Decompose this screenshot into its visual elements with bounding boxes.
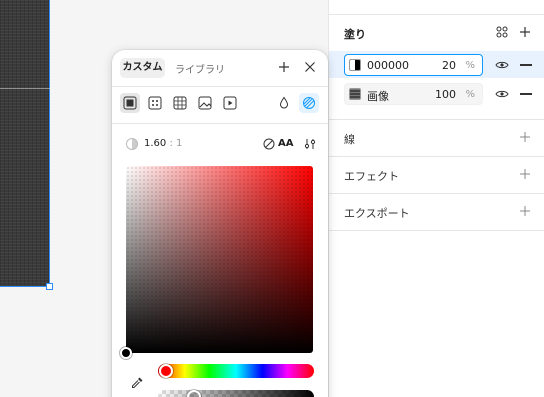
divider [329,193,544,194]
saturation-value-handle[interactable] [120,347,132,359]
divider [112,123,328,124]
fill-image-field[interactable]: 画像 100 % [344,83,483,105]
contrast-ratio-base: 1 [176,138,183,149]
stroke-section-title: 線 [344,133,355,146]
opacity-slider[interactable] [158,390,314,397]
add-export-plus-icon[interactable] [519,205,531,217]
image-icon [198,96,212,110]
contrast-ratio-separator: : [169,138,173,149]
image-fill-button[interactable] [195,93,215,113]
close-icon[interactable] [304,61,316,73]
add-effect-plus-icon[interactable] [519,168,531,180]
pattern-fill-icon [173,96,187,110]
video-icon [223,96,237,110]
remove-fill-minus-icon[interactable] [520,93,532,95]
solid-fill-icon [123,96,137,110]
opacity-slider-handle[interactable] [187,390,201,397]
add-style-plus-icon[interactable] [278,61,290,73]
gradient-fill-button[interactable] [145,93,165,113]
variable-style-button[interactable] [299,93,319,113]
striped-circle-icon [303,97,315,109]
selection-resize-handle[interactable] [46,283,53,290]
adjust-sliders-icon[interactable] [304,138,316,150]
remove-fill-minus-icon[interactable] [520,64,532,66]
fill-image-label[interactable]: 画像 [367,88,389,104]
no-contrast-icon[interactable] [263,138,275,150]
divider [329,156,544,157]
aa-contrast-label[interactable]: AA [278,138,293,149]
eye-icon[interactable] [495,60,509,70]
fill-section-title: 塗り [344,28,366,41]
saturation-dot-overlay [126,166,313,353]
fill-hex-value[interactable]: 000000 [367,59,409,72]
droplet-icon [279,96,289,109]
divider [112,86,328,87]
contrast-ratio[interactable]: 1.60 : 1 [144,138,182,149]
video-fill-button[interactable] [220,93,240,113]
image-swatch[interactable] [349,88,361,100]
divider [329,119,544,120]
percent-unit: % [465,60,475,71]
hue-slider-handle[interactable] [159,364,173,378]
properties-panel: 塗り 000000 20 % 画像 100 % 線 エフェクト エクスポート [328,0,544,397]
fill-color-field[interactable]: 000000 20 % [344,54,483,76]
gradient-fill-icon [148,96,162,110]
color-swatch[interactable] [349,59,361,71]
add-stroke-plus-icon[interactable] [519,131,531,143]
canvas-guide-line [0,88,50,89]
contrast-icon [126,138,138,150]
contrast-ratio-value: 1.60 [144,138,167,149]
eye-icon[interactable] [495,89,509,99]
percent-unit: % [465,89,475,100]
color-picker-popup: カスタム ライブラリ 1.60: 1 AA [112,50,328,397]
divider [329,14,544,15]
export-section-title: エクスポート [344,207,410,220]
divider [329,230,544,231]
fill-opacity-value[interactable]: 100 [435,88,456,101]
effects-section-title: エフェクト [344,170,399,183]
solid-fill-button[interactable] [120,93,140,113]
pattern-fill-button[interactable] [170,93,190,113]
canvas-image-selection[interactable] [0,0,50,287]
tab-library[interactable]: ライブラリ [175,61,225,76]
blend-mode-button[interactable] [274,93,294,113]
hue-slider[interactable] [158,364,314,378]
add-fill-plus-icon[interactable] [519,26,531,38]
tab-custom[interactable]: カスタム [120,58,165,78]
fill-opacity-value[interactable]: 20 [442,59,456,72]
styles-grid-icon[interactable] [496,26,508,38]
eyedropper-icon[interactable] [130,376,144,390]
